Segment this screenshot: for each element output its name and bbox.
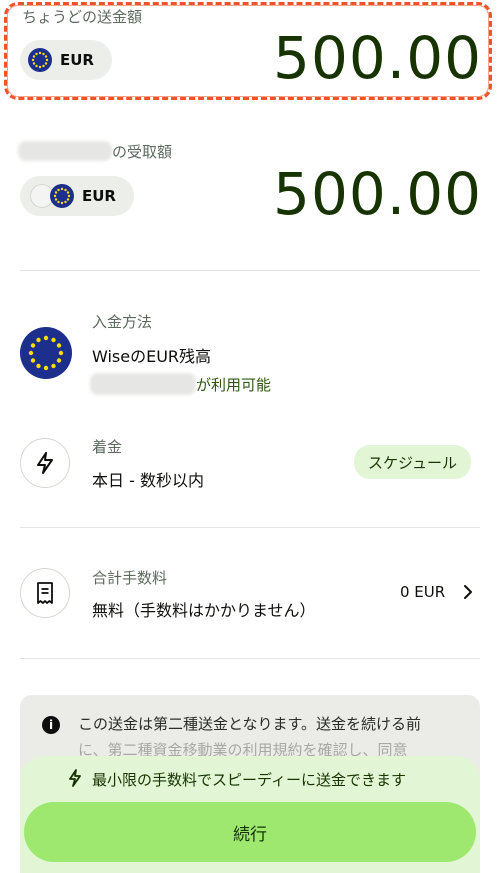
divider [20, 527, 480, 528]
receive-amount-input[interactable]: 500.00 [273, 160, 482, 228]
payment-method-value[interactable]: WiseのEUR残高 [92, 343, 211, 367]
continue-button[interactable]: 続行 [24, 802, 476, 862]
promo-text: 最小限の手数料でスピーディーに送金できます [92, 771, 406, 789]
arrival-value: 本日 - 数秒以内 [92, 471, 204, 490]
send-amount-label: ちょうどの送金額 [22, 8, 143, 26]
fees-amount[interactable]: 0 EUR [400, 583, 445, 601]
send-amount-input[interactable]: 500.00 [273, 24, 482, 92]
recipient-name-redacted [18, 141, 112, 161]
fees-value: 無料（手数料はかかりません） [92, 601, 316, 620]
eu-flag-icon [28, 48, 52, 72]
eu-flag-icon [20, 327, 72, 379]
info-icon: i [42, 716, 60, 734]
fees-label: 合計手数料 [92, 569, 168, 587]
lightning-icon [68, 769, 82, 791]
divider [20, 658, 480, 659]
receive-amount-label: の受取額 [112, 143, 173, 161]
receive-currency-code: EUR [82, 187, 116, 205]
receive-currency-selector[interactable]: EUR [20, 176, 134, 216]
divider [20, 270, 480, 271]
balance-available-text: が利用可能 [196, 376, 272, 394]
balance-redacted [90, 373, 196, 395]
payment-method-label: 入金方法 [92, 313, 153, 331]
schedule-button[interactable]: スケジュール [354, 445, 471, 479]
arrival-label: 着金 [92, 438, 123, 456]
send-currency-code: EUR [60, 51, 94, 69]
send-currency-selector[interactable]: EUR [20, 40, 112, 80]
chevron-right-icon[interactable] [463, 583, 473, 605]
lightning-icon [20, 438, 70, 488]
receipt-icon [20, 568, 70, 618]
eu-flag-icon [50, 184, 74, 208]
notice-line-1: この送金は第二種送金となります。送金を続ける前 [78, 715, 422, 733]
